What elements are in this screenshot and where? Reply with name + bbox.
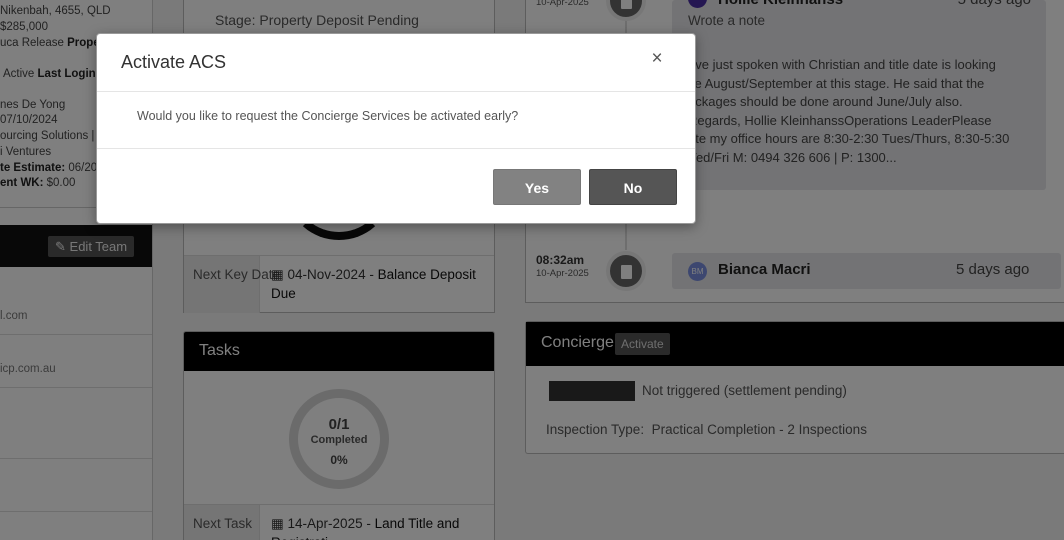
dialog-body: Would you like to request the Concierge … <box>97 92 695 149</box>
dialog-message: Would you like to request the Concierge … <box>137 109 519 123</box>
dialog-title: Activate ACS <box>121 52 227 72</box>
no-button[interactable]: No <box>589 169 677 205</box>
close-icon[interactable]: × <box>647 49 667 69</box>
dialog-header: Activate ACS × <box>97 34 695 92</box>
activate-acs-dialog: Activate ACS × Would you like to request… <box>96 33 696 224</box>
yes-button[interactable]: Yes <box>493 169 581 205</box>
